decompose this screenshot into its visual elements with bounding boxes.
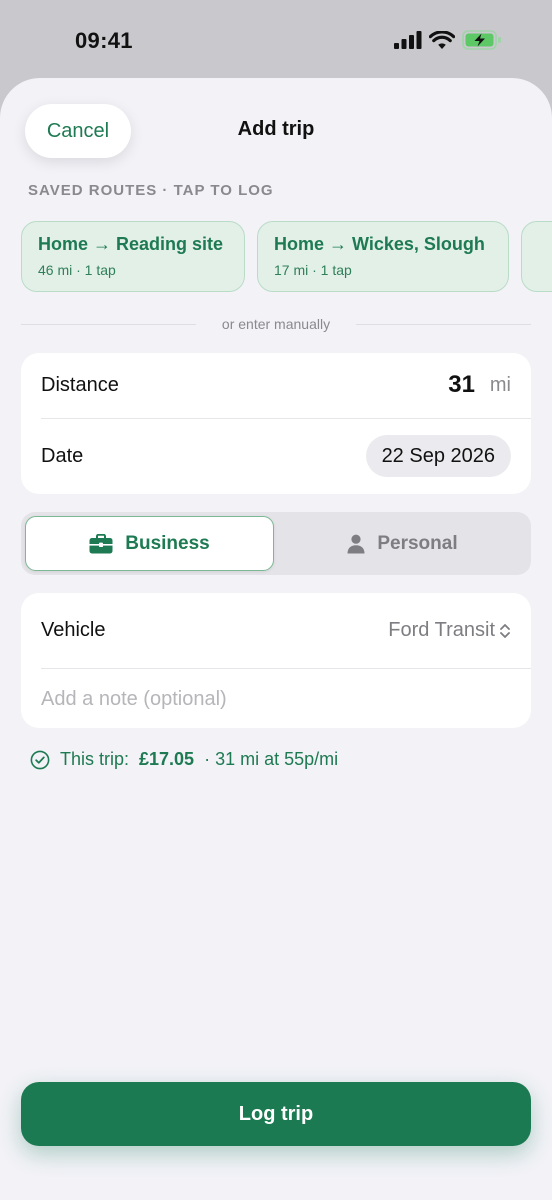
add-trip-sheet: Cancel Add trip SAVED ROUTES · TAP TO LO… [0,78,552,1200]
distance-row[interactable]: Distance 31 mi [21,353,531,418]
wifi-icon [429,30,455,49]
manual-entry-divider: or enter manually [21,314,531,334]
distance-unit: mi [489,374,511,396]
summary-amount: £17.05 [139,749,195,769]
chevron-up-down-icon [500,624,510,638]
distance-value[interactable]: 31 [448,371,475,399]
row-divider [41,418,531,419]
saved-routes-carousel[interactable]: Home → Reading site 46 mi · 1 tap Home →… [21,221,552,293]
segment-personal[interactable]: Personal [278,516,527,571]
status-time: 09:41 [75,28,133,53]
route-title: Home → Reading site [38,234,224,254]
trip-basics-card: Distance 31 mi Date 22 Sep 2026 [21,353,531,494]
vehicle-label: Vehicle [41,619,106,641]
segment-business-label: Business [125,532,210,554]
summary-detail: · 31 mi at 55p/mi [204,749,339,769]
status-icons [394,30,502,50]
status-bar: 09:41 [0,0,552,80]
saved-route-chip[interactable]: Home → Reading site 46 mi · 1 tap [21,221,245,292]
person-icon [347,534,365,553]
segment-business[interactable]: Business [25,516,274,571]
route-title: Home → Wickes, Slough [274,234,485,254]
summary-prefix: This trip: [60,749,130,769]
vehicle-row[interactable]: Vehicle Ford Transit [21,593,531,668]
saved-routes-label: SAVED ROUTES · TAP TO LOG [28,182,274,199]
trip-summary: This trip: £17.05 · 31 mi at 55p/mi [30,749,338,770]
briefcase-icon [89,533,113,553]
distance-label: Distance [41,374,119,396]
route-subtitle: 17 mi · 1 tap [274,262,352,278]
segment-personal-label: Personal [377,532,458,554]
check-circle-icon [30,750,50,769]
battery-charging-icon [462,30,501,50]
saved-route-chip-partial[interactable] [521,221,552,292]
log-trip-button[interactable]: Log trip [21,1082,531,1146]
trip-type-segmented-control: Business Personal [21,512,531,575]
row-divider [41,668,531,669]
sheet-title: Add trip [237,118,315,140]
divider-text: or enter manually [221,316,331,332]
saved-route-chip[interactable]: Home → Wickes, Slough 17 mi · 1 tap [257,221,509,292]
cellular-signal-icon [394,31,422,49]
trip-details-card: Vehicle Ford Transit [21,593,531,728]
date-picker-button[interactable]: 22 Sep 2026 [365,435,511,477]
note-input[interactable] [41,677,511,721]
vehicle-value[interactable]: Ford Transit [388,619,495,642]
route-subtitle: 46 mi · 1 tap [38,262,116,278]
date-label: Date [41,445,84,467]
